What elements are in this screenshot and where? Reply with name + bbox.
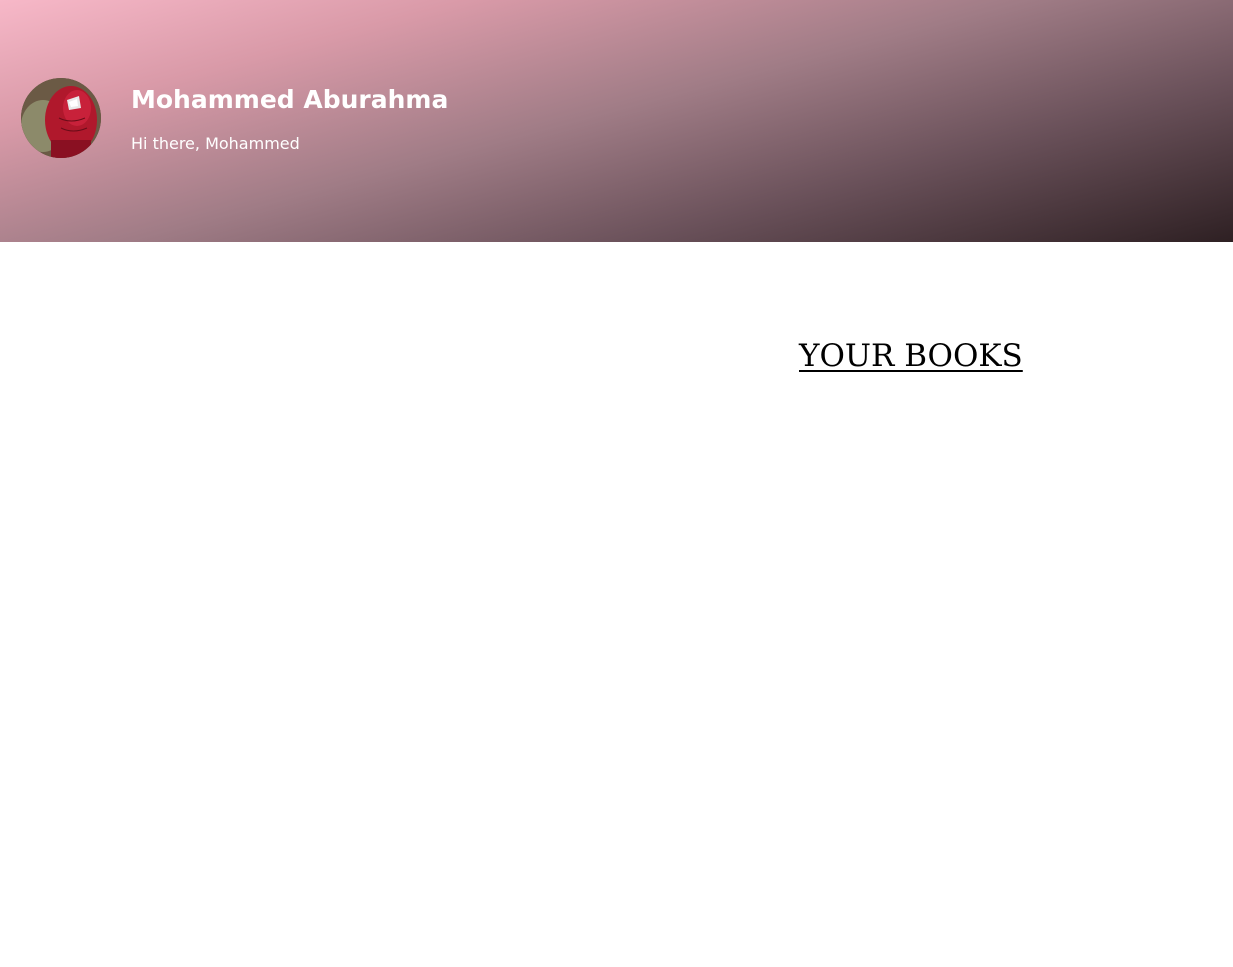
spiderman-avatar-icon — [21, 78, 101, 158]
greeting-text: Hi there, Mohammed — [131, 134, 300, 153]
avatar[interactable] — [21, 78, 101, 158]
profile-header: Mohammed Aburahma Hi there, Mohammed — [0, 0, 1233, 242]
profile-name: Mohammed Aburahma — [131, 85, 449, 114]
your-books-link[interactable]: YOUR BOOKS — [799, 336, 1023, 376]
